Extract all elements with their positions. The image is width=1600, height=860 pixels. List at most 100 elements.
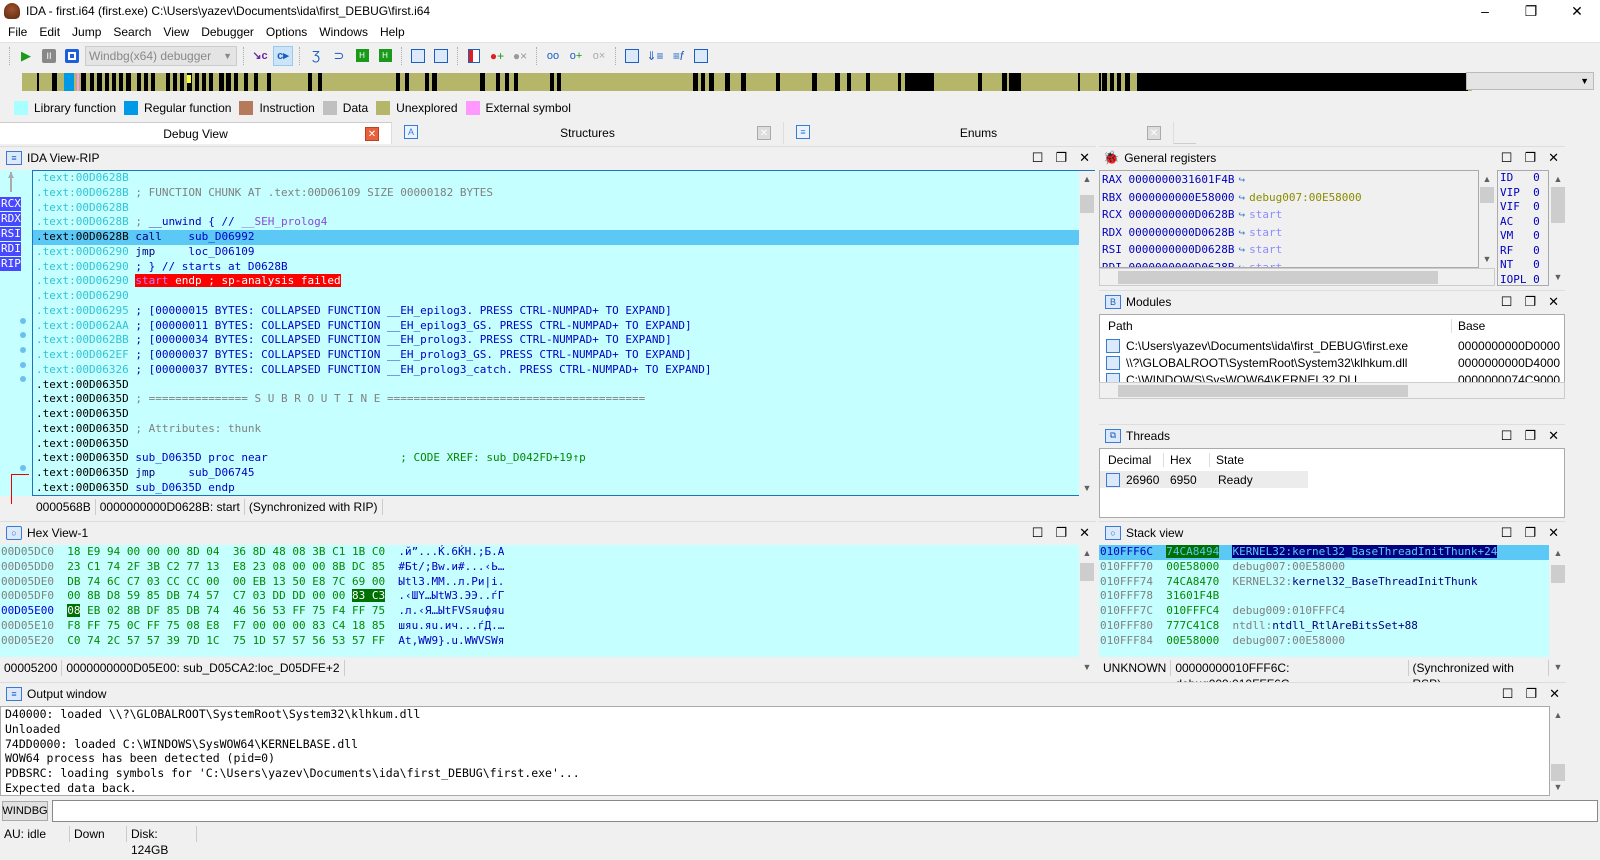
panel-close-icon[interactable]: ✕ [1079,150,1090,166]
jump-arrow-icon[interactable]: ↪ [1238,173,1245,186]
panel-close-icon[interactable]: ✕ [1548,294,1559,310]
run-to-cursor-button[interactable]: H [352,46,372,66]
disassembly-line[interactable]: .text:00D06290 ; } // starts at D0628B [33,260,1094,275]
flag-row[interactable]: RF 0 [1498,244,1548,259]
function-trace-button[interactable]: ≡f [668,46,688,66]
jump-arrow-icon[interactable]: ↪ [1238,261,1245,268]
scroll-thumb[interactable] [1551,187,1565,223]
pause-process-button[interactable]: II [39,46,59,66]
scroll-down-icon[interactable]: ▼ [1079,480,1095,496]
hex-row[interactable]: 00D05E20 C0 74 2C 57 57 39 7D 1C 75 1D 5… [0,634,1080,649]
disassembly-line[interactable]: .text:00D0635D [33,407,1094,422]
stack-row[interactable]: 010FFF74 74CA8470 KERNEL32:kernel32_Base… [1099,575,1549,590]
step-into-button[interactable]: Ʒ [306,46,326,66]
disassembly-line[interactable]: .text:00D0635D ; =============== S U B R… [33,392,1094,407]
stack-view-scrollbar[interactable]: ▲ ▼ [1550,545,1566,675]
breakpoint-dot-icon[interactable] [20,332,26,338]
stack-symbol[interactable]: ntdll_RtlAreBitsSet+88 [1272,619,1418,632]
register-value[interactable]: 0000000031601F4B [1129,173,1235,186]
hex-ascii[interactable]: .л.‹Я…ЫtFVSяuфяu [398,604,504,617]
register-target[interactable]: debug007:00E58000 [1249,191,1362,204]
disassembly-line[interactable]: .text:00D06290 start endp ; sp-analysis … [33,274,1094,289]
menu-debugger[interactable]: Debugger [197,25,262,39]
breakpoint-dot-icon[interactable] [20,362,26,368]
stack-symbol[interactable]: kernel32_BaseThreadInitThunk+24 [1292,545,1498,558]
column-header-state[interactable]: State [1210,453,1244,467]
hex-bytes[interactable]: F7 00 00 00 83 C4 18 85 [233,619,385,632]
flag-row[interactable]: VM 0 [1498,229,1548,244]
scroll-thumb[interactable] [1118,271,1438,284]
detach-button[interactable]: c▸ [273,45,293,66]
panel-close-icon[interactable]: ✕ [1079,525,1090,541]
run-until-return-button[interactable]: H [375,46,395,66]
jump-arrow-icon[interactable]: ↪ [1238,243,1245,256]
add-watch-button[interactable]: o+ [566,46,586,66]
disassembly-line[interactable]: .text:00D0628B call sub_D06992 [33,230,1094,245]
hex-bytes[interactable]: 75 1D 57 57 56 53 57 FF [233,634,385,647]
scroll-down-icon[interactable]: ▼ [1479,251,1495,267]
register-target[interactable]: start [1249,243,1282,256]
register-row[interactable]: RSI 0000000000D0628B ↪ start [1100,241,1478,259]
hex-row[interactable]: 00D05DE0 DB 74 6C C7 03 CC CC 00 00 EB 1… [0,575,1080,590]
hex-view-scrollbar[interactable]: ▲ ▼ [1079,545,1095,675]
disassembly-line[interactable]: .text:00D062EF ; [00000037 BYTES: COLLAP… [33,348,1094,363]
register-row[interactable]: RAX 0000000031601F4B ↪ [1100,171,1478,189]
stack-symbol[interactable]: kernel32_BaseThreadInitThunk [1292,575,1477,588]
hex-bytes[interactable]: 00 EB 13 50 E8 7C 69 00 [233,575,385,588]
panel-close-icon[interactable]: ✕ [1549,686,1560,702]
instruction-trace-button[interactable]: ⇓≡ [645,46,665,66]
stack-listing[interactable]: 010FFF6C 74CA8494 KERNEL32:kernel32_Base… [1099,545,1549,657]
menu-search[interactable]: Search [109,25,159,39]
menu-view[interactable]: View [159,25,197,39]
trace-window-button[interactable] [622,46,642,66]
menu-windows[interactable]: Windows [315,25,376,39]
stack-trace-button[interactable] [691,46,711,66]
modules-hscrollbar[interactable] [1099,382,1565,399]
flag-row[interactable]: AC 0 [1498,215,1548,230]
hex-ascii[interactable]: At,WW9}.u.WWVSWя [398,634,504,647]
scroll-up-icon[interactable]: ▲ [1550,171,1566,187]
hex-byte-selected[interactable]: 08 [67,604,81,617]
scroll-down-icon[interactable]: ▼ [1550,779,1566,795]
register-row[interactable]: RCX 0000000000D0628B ↪ start [1100,206,1478,224]
disassembly-line[interactable]: .text:00D06290 jmp loc_D06109 [33,245,1094,260]
registers-list[interactable]: RAX 0000000031601F4B ↪ RBX 0000000000E5800… [1099,170,1479,268]
breakpoint-dot-icon[interactable] [20,318,26,324]
disassembly-line[interactable]: .text:00D06326 ; [00000037 BYTES: COLLAP… [33,363,1094,378]
watch-list-button[interactable]: oo [543,46,563,66]
menu-help[interactable]: Help [376,25,413,39]
breakpoint-dot-icon[interactable] [20,376,26,382]
close-tab-icon[interactable]: ✕ [1147,126,1161,140]
menu-file[interactable]: File [4,25,35,39]
panel-close-icon[interactable]: ✕ [1548,525,1559,541]
register-value[interactable]: 0000000000D0628B [1129,261,1235,268]
hex-bytes[interactable]: E8 23 08 00 00 8B DC 85 [233,560,385,573]
hex-row[interactable]: 00D05DF0 00 8B D8 59 85 DB 74 57 C7 03 D… [0,589,1080,604]
scroll-thumb[interactable] [1551,565,1565,583]
hex-ascii[interactable]: .й”...Ќ.6ЌH.;Б.А [398,545,504,558]
panel-restore-icon[interactable]: ❐ [1525,686,1537,702]
stack-row[interactable]: 010FFF6C 74CA8494 KERNEL32:kernel32_Base… [1099,545,1549,560]
disassembly-line[interactable]: .text:00D06290 [33,289,1094,304]
threads-button[interactable] [408,46,428,66]
jump-arrow-icon[interactable]: ↪ [1238,226,1245,239]
delete-breakpoint-button[interactable]: ●× [510,46,530,66]
menu-jump[interactable]: Jump [68,25,109,39]
scroll-thumb[interactable] [1118,385,1408,397]
hex-bytes[interactable]: 46 56 53 FF 75 F4 FF 75 [233,604,385,617]
flag-row[interactable]: IOPL 0 [1498,273,1548,286]
add-breakpoint-button[interactable]: ●+ [487,46,507,66]
navigation-band[interactable] [22,73,1472,91]
flags-scrollbar[interactable]: ▲ ▼ [1550,171,1566,285]
hex-row[interactable]: 00D05E10 F8 FF 75 0C FF 75 08 E8 F7 00 0… [0,619,1080,634]
column-header-path[interactable]: Path [1100,319,1452,333]
stack-row[interactable]: 010FFF78 31601F4B [1099,589,1549,604]
panel-restore-icon[interactable]: ❐ [1524,428,1536,444]
hex-bytes[interactable]: EB 02 8B DF 85 DB 74 [87,604,219,617]
module-row[interactable]: \\?\GLOBALROOT\SystemRoot\System32\klhku… [1100,354,1564,371]
register-target[interactable]: start [1249,261,1282,268]
hex-ascii[interactable]: .‹ШY…ЫtW3.ЭЭ..ѓГ [398,589,504,602]
register-value[interactable]: 0000000000D0628B [1129,226,1235,239]
panel-restore-icon[interactable]: ❐ [1055,150,1067,166]
register-value[interactable]: 0000000000E58000 [1129,191,1235,204]
